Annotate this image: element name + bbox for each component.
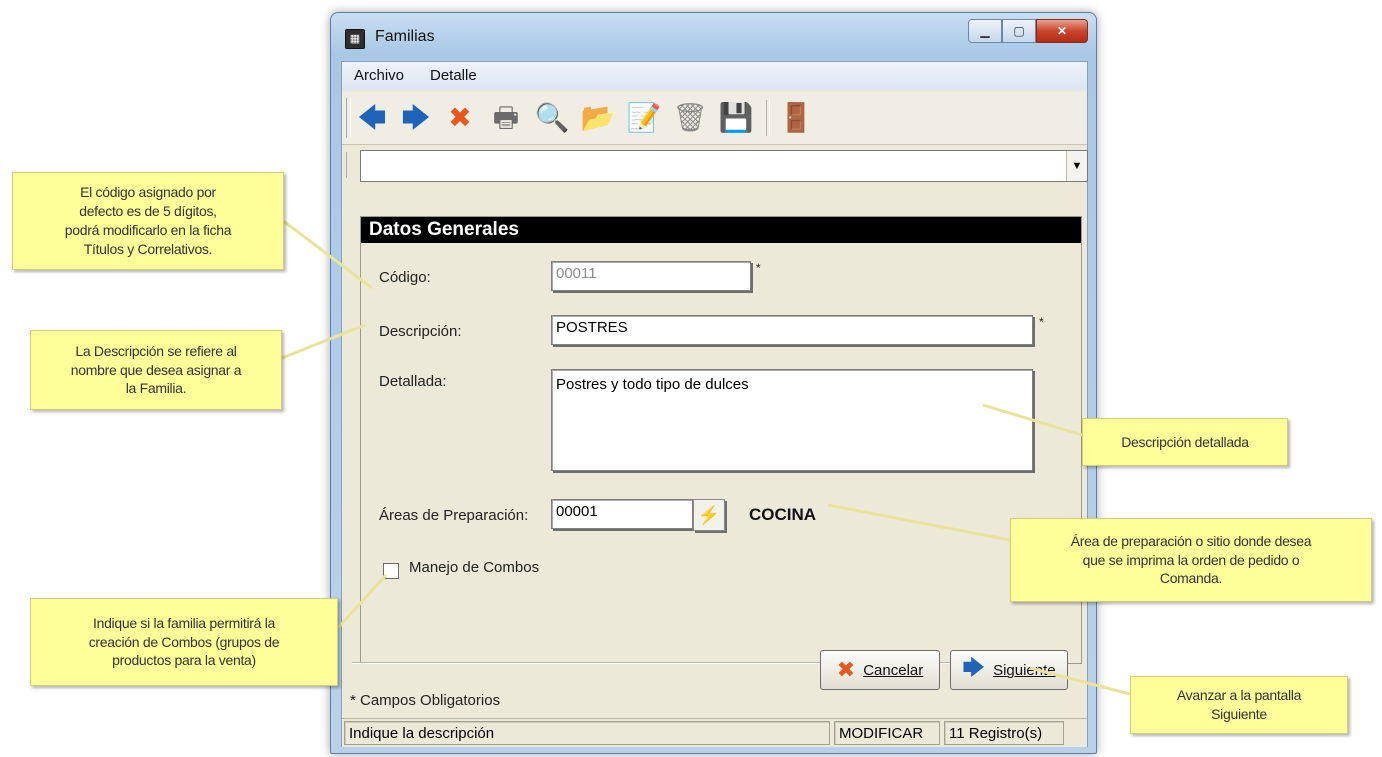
datos-generales-group: Datos Generales Código: 00011 * Descripc…	[360, 216, 1082, 664]
arrow-left-icon: 🡄	[357, 102, 387, 133]
minimize-button[interactable]: ▁	[968, 19, 1002, 43]
close-button[interactable]: ✕	[1036, 19, 1088, 43]
manejo-combos-label: Manejo de Combos	[409, 559, 540, 576]
cancel-button-label: Cancelar	[863, 661, 924, 679]
save-disk-icon: 💾	[718, 102, 754, 133]
callout-codigo: El código asignado por defecto es de 5 d…	[12, 172, 284, 270]
combo-grip	[346, 152, 349, 178]
descripcion-label: Descripción:	[379, 323, 462, 340]
maximize-button[interactable]: ▢	[1002, 19, 1036, 43]
callout-descripcion: La Descripción se refiere al nombre que …	[30, 330, 282, 410]
toolbar-exit-button[interactable]: 🚪	[778, 100, 814, 136]
menu-bar: Archivo Detalle	[342, 62, 1087, 90]
callout-area: Área de preparación o sitio donde desea …	[1010, 518, 1372, 602]
toolbar-save-button[interactable]: 💾	[718, 100, 754, 136]
menu-detalle[interactable]: Detalle	[430, 67, 477, 84]
familias-window: ▦ Familias ▁ ▢ ✕ Archivo Detalle 🡄 🡆 ✖ 🖶…	[330, 12, 1097, 754]
callout-descripcion-line: nombre que desea asignar a	[70, 361, 242, 378]
callout-area-line: Área de preparación o sitio donde desea	[1070, 532, 1312, 549]
arrow-right-icon: 🡆	[962, 655, 986, 680]
open-folder-icon: 📂	[580, 102, 616, 133]
toolbar-trash-button[interactable]: 🗑	[672, 100, 708, 136]
cancel-x-icon: ✖	[836, 657, 856, 682]
callout-combos-line: productos para la venta)	[112, 652, 256, 669]
callout-descripcion-line: La Descripción se refiere al	[75, 342, 237, 359]
areas-lookup-button[interactable]: ⚡	[693, 499, 725, 531]
areas-label: Áreas de Preparación:	[379, 507, 529, 524]
callout-codigo-line: podrá modificarlo en la ficha	[64, 222, 232, 238]
areas-field[interactable]: 00001	[551, 499, 693, 529]
toolbar-back-button[interactable]: 🡄	[354, 100, 390, 136]
exit-door-icon: 🚪	[778, 102, 814, 133]
toolbar-search-button[interactable]: 🔍	[534, 100, 570, 136]
descripcion-field[interactable]: POSTRES	[551, 315, 1033, 345]
bottom-separator	[352, 662, 1052, 664]
codigo-field[interactable]: 00011	[551, 261, 751, 291]
callout-area-line: Comanda.	[1159, 570, 1223, 587]
callout-codigo-line: Títulos y Correlativos.	[83, 240, 213, 257]
title-bar[interactable]: ▦ Familias ▁ ▢ ✕	[331, 13, 1096, 61]
area-name-text: COCINA	[749, 505, 817, 524]
close-icon: ✕	[1056, 24, 1068, 38]
status-message: Indique la descripción	[344, 721, 830, 745]
maximize-icon: ▢	[1013, 24, 1025, 38]
section-title: Datos Generales	[361, 217, 1081, 243]
callout-detallada: Descripción detallada	[1082, 418, 1288, 466]
callout-siguiente: Avanzar a la pantalla Siguiente	[1130, 676, 1348, 734]
combo-dropdown-button[interactable]: ▼	[1066, 151, 1087, 181]
codigo-required-mark: *	[756, 261, 761, 275]
toolbar-edit-button[interactable]: 📝	[626, 100, 662, 136]
printer-icon: 🖶	[492, 102, 520, 133]
callout-siguiente-line: Siguiente	[1211, 706, 1267, 722]
toolbar-open-button[interactable]: 📂	[580, 100, 616, 136]
callout-combos-line: creación de Combos (grupos de	[88, 633, 280, 650]
callout-area-line: que se imprima la orden de pedido o	[1082, 551, 1300, 568]
record-search-combo[interactable]: ▼	[360, 150, 1088, 182]
required-fields-note: * Campos Obligatorios	[350, 692, 501, 709]
delete-x-icon: ✖	[448, 102, 472, 133]
callout-combos: Indique si la familia permitirá la creac…	[30, 598, 338, 686]
callout-detallada-line: Descripción detallada	[1121, 433, 1249, 450]
toolbar: 🡄 🡆 ✖ 🖶 🔍 📂 📝 🗑 💾 🚪	[342, 92, 1087, 145]
next-button[interactable]: 🡆 Siguiente	[950, 650, 1068, 690]
detallada-textarea[interactable]: Postres y todo tipo de dulces	[551, 369, 1033, 471]
edit-document-icon: 📝	[626, 102, 662, 133]
search-icon: 🔍	[534, 102, 570, 133]
lookup-icon: ⚡	[697, 504, 721, 525]
window-controls: ▁ ▢ ✕	[968, 19, 1088, 43]
trash-icon: 🗑	[672, 102, 708, 133]
callout-siguiente-line: Avanzar a la pantalla	[1176, 687, 1302, 704]
descripcion-required-mark: *	[1039, 315, 1044, 329]
detallada-label: Detallada:	[379, 373, 447, 390]
callout-descripcion-line: la Familia.	[125, 380, 187, 397]
callout-codigo-line: defecto es de 5 dígitos,	[79, 203, 217, 220]
toolbar-separator	[766, 100, 770, 136]
minimize-icon: ▁	[980, 24, 990, 38]
next-button-label: Siguiente	[993, 661, 1056, 679]
arrow-right-icon: 🡆	[401, 102, 431, 133]
status-bar: Indique la descripción MODIFICAR 11 Regi…	[342, 718, 1087, 747]
toolbar-grip	[346, 98, 351, 138]
window-title: Familias	[375, 28, 435, 45]
menu-archivo[interactable]: Archivo	[354, 67, 404, 84]
status-records: 11 Registro(s)	[944, 721, 1064, 745]
manejo-combos-checkbox[interactable]	[383, 563, 399, 579]
chevron-down-icon: ▼	[1071, 160, 1083, 172]
callout-codigo-line: El código asignado por	[80, 184, 216, 201]
codigo-label: Código:	[379, 269, 431, 286]
callout-combos-line: Indique si la familia permitirá la	[93, 614, 275, 631]
toolbar-forward-button[interactable]: 🡆	[398, 100, 434, 136]
cancel-button[interactable]: ✖ Cancelar	[820, 650, 940, 690]
toolbar-print-button[interactable]: 🖶	[488, 100, 524, 136]
status-mode: MODIFICAR	[834, 721, 940, 745]
toolbar-delete-button[interactable]: ✖	[442, 100, 478, 136]
app-icon: ▦	[345, 29, 365, 49]
client-area: Archivo Detalle 🡄 🡆 ✖ 🖶 🔍 📂 📝 🗑 💾 🚪 ▼ Da…	[341, 61, 1088, 747]
